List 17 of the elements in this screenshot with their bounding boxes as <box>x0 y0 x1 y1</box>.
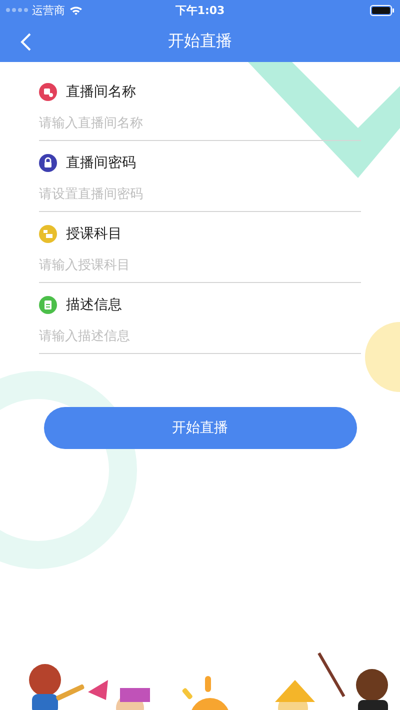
circle-decoration <box>365 322 400 392</box>
wifi-icon <box>69 4 83 16</box>
battery-icon <box>370 4 394 16</box>
field-label: 直播间密码 <box>66 154 136 172</box>
input-field[interactable]: 请输入描述信息 <box>39 319 361 354</box>
field-label: 授课科目 <box>66 225 122 243</box>
field-label: 直播间名称 <box>66 83 136 101</box>
field-label: 描述信息 <box>66 296 122 314</box>
back-icon <box>20 32 32 52</box>
input-field[interactable]: 请输入授课科目 <box>39 248 361 283</box>
start-live-button[interactable]: 开始直播 <box>44 407 356 449</box>
page-title: 开始直播 <box>168 30 232 52</box>
carrier-name: 运营商 <box>32 2 65 18</box>
input-field[interactable]: 请设置直播间密码 <box>39 177 361 212</box>
status-time: 下午1:03 <box>175 2 225 18</box>
signal-icon <box>6 8 28 12</box>
input-field[interactable]: 请输入直播间名称 <box>39 106 361 141</box>
